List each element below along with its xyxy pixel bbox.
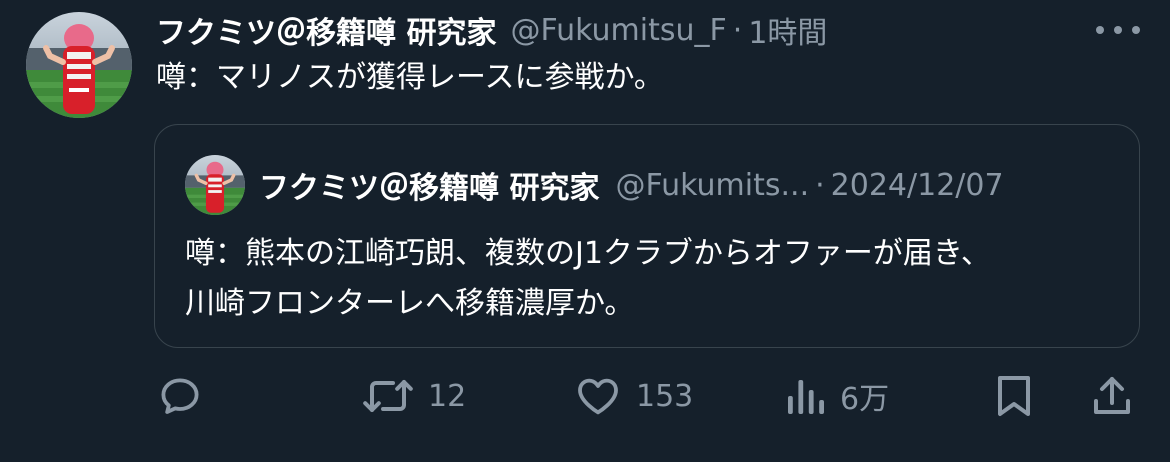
retweet-icon	[362, 372, 414, 420]
retweet-button[interactable]: 12	[362, 370, 466, 422]
quoted-text-line: 川崎フロンターレへ移籍濃厚か。	[185, 286, 635, 321]
author-handle[interactable]: @Fukumitsu_F	[510, 13, 726, 48]
separator: ·	[732, 12, 743, 48]
author-name[interactable]: フクミツ＠移籍噂 研究家	[156, 8, 496, 52]
views-icon	[782, 372, 826, 420]
views-button[interactable]: 6万	[782, 370, 889, 422]
quoted-author-handle: @Fukumits...	[615, 167, 810, 203]
tweet-header: フクミツ＠移籍噂 研究家 @Fukumitsu_F · 1時間	[156, 8, 827, 52]
share-icon	[1088, 372, 1136, 420]
quoted-tweet-date: 2024/12/07	[830, 167, 1004, 203]
views-count: 6万	[840, 382, 890, 417]
like-button[interactable]: 153	[574, 370, 693, 422]
quoted-text-line: 噂：熊本の江崎巧朗、複数のJ1クラブからオファーが届き、	[185, 236, 991, 271]
like-count: 153	[636, 378, 694, 414]
tweet-time[interactable]: 1時間	[748, 8, 827, 52]
author-avatar[interactable]	[26, 12, 132, 118]
heart-icon	[574, 372, 622, 420]
quoted-tweet-text: 噂：熊本の江崎巧朗、複数のJ1クラブからオファーが届き、 川崎フロンターレへ移籍…	[185, 229, 991, 329]
share-button[interactable]	[1088, 370, 1136, 422]
reply-button[interactable]	[156, 370, 218, 422]
quoted-tweet[interactable]: フクミツ＠移籍噂 研究家 @Fukumits... · 2024/12/07 噂…	[154, 124, 1140, 348]
action-bar: 12 153 6万	[0, 370, 1170, 422]
separator: ·	[815, 167, 825, 203]
retweet-count: 12	[428, 378, 467, 414]
more-icon[interactable]	[1096, 20, 1140, 40]
reply-icon	[156, 372, 204, 420]
quoted-author-name: フクミツ＠移籍噂 研究家	[259, 171, 600, 206]
quoted-author-avatar	[185, 155, 245, 215]
tweet-text: 噂：マリノスが獲得レースに参戦か。	[156, 60, 664, 95]
bookmark-icon	[992, 372, 1036, 420]
quoted-tweet-header: フクミツ＠移籍噂 研究家 @Fukumits... · 2024/12/07	[259, 163, 1004, 207]
tweet[interactable]: フクミツ＠移籍噂 研究家 @Fukumitsu_F · 1時間 噂：マリノスが獲…	[0, 0, 1170, 462]
bookmark-button[interactable]	[992, 370, 1036, 422]
